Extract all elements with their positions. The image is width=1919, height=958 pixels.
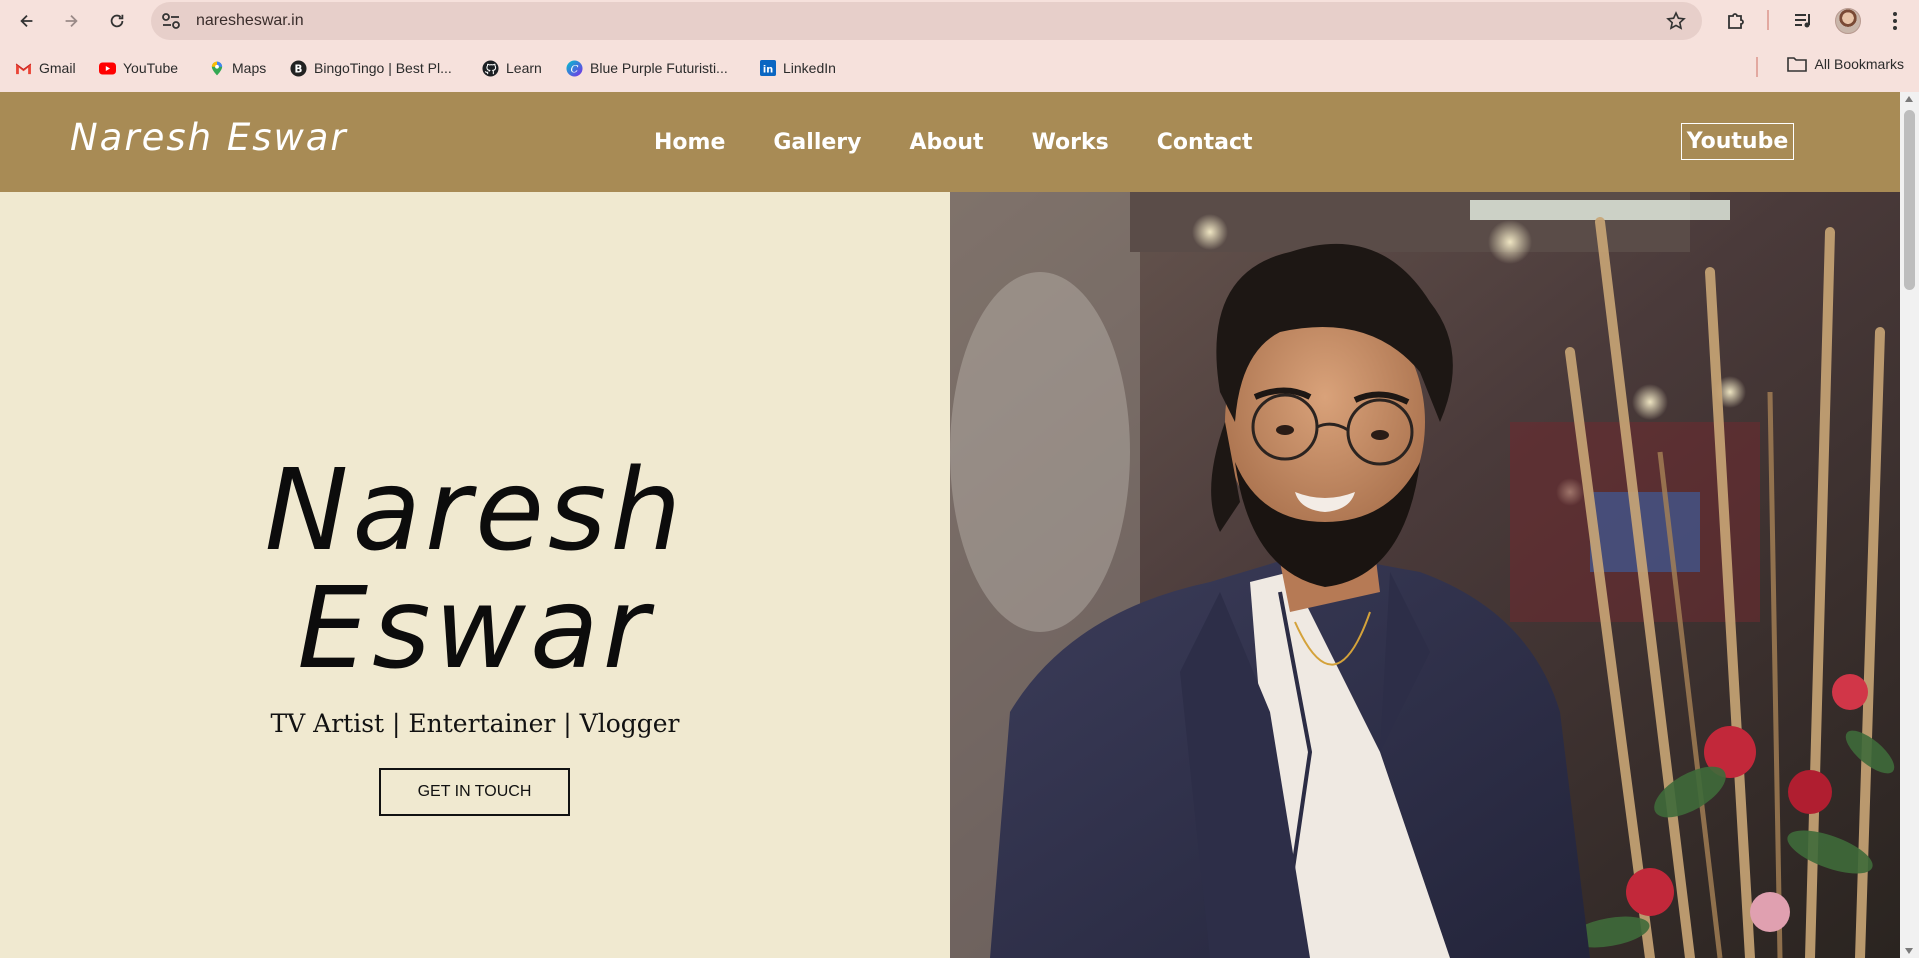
playlist-icon [1795, 14, 1810, 28]
hero-title-line1: Naresh [264, 446, 686, 576]
bookmark-gmail[interactable]: Gmail [15, 56, 76, 80]
site-logo[interactable]: Naresh Eswar [70, 116, 348, 159]
back-button[interactable] [12, 6, 42, 36]
hero-portrait-photo [950, 192, 1900, 958]
more-vert-icon [1893, 12, 1897, 30]
bookmark-bingotingo[interactable]: B BingoTingo | Best Pl... [290, 56, 452, 80]
site-info-icon[interactable] [161, 12, 181, 30]
scroll-thumb[interactable] [1904, 110, 1915, 290]
puzzle-icon [1728, 13, 1744, 29]
toolbar-divider [1767, 10, 1769, 30]
bookmark-canva[interactable]: C Blue Purple Futuristi... [566, 56, 728, 80]
reload-icon [110, 14, 124, 28]
bookmark-label: Gmail [39, 60, 76, 76]
maps-icon [208, 60, 225, 77]
extensions-button[interactable] [1723, 8, 1749, 34]
nav-works[interactable]: Works [1032, 130, 1109, 155]
bookmark-label: BingoTingo | Best Pl... [314, 60, 452, 76]
back-arrow-icon [20, 14, 33, 28]
nav-about[interactable]: About [909, 130, 983, 155]
bookmarks-bar: Gmail YouTube Maps B BingoTingo | Best P… [0, 52, 1919, 80]
url-text[interactable]: naresheswar.in [196, 12, 304, 30]
bookmark-label: Blue Purple Futuristi... [590, 60, 728, 76]
gmail-icon [15, 60, 32, 77]
canva-icon: C [566, 59, 583, 77]
youtube-button[interactable]: Youtube [1681, 123, 1794, 160]
reload-button[interactable] [102, 6, 132, 36]
address-bar[interactable]: naresheswar.in [151, 2, 1702, 40]
svg-text:B: B [295, 63, 303, 75]
linkedin-icon: in [759, 60, 776, 77]
bookmark-linkedin[interactable]: in LinkedIn [759, 56, 836, 80]
all-bookmarks-label: All Bookmarks [1814, 56, 1904, 72]
main-nav: Home Gallery About Works Contact [654, 130, 1301, 155]
folder-icon [1786, 57, 1807, 72]
bookmark-maps[interactable]: Maps [208, 56, 266, 80]
youtube-icon [99, 60, 116, 77]
all-bookmarks-button[interactable]: All Bookmarks [1786, 56, 1904, 72]
bookmark-learn[interactable]: Learn [482, 56, 542, 80]
nav-contact[interactable]: Contact [1157, 130, 1253, 155]
svg-text:in: in [762, 64, 772, 75]
media-controls-button[interactable] [1790, 8, 1816, 34]
page-scrollbar[interactable] [1900, 92, 1919, 958]
get-in-touch-button[interactable]: GET IN TOUCH [379, 768, 570, 816]
nav-gallery[interactable]: Gallery [773, 130, 861, 155]
svg-text:C: C [571, 63, 579, 75]
bingotingo-icon: B [290, 59, 307, 77]
github-icon [482, 59, 499, 77]
bookmark-youtube[interactable]: YouTube [99, 56, 178, 80]
hero-title: Naresh Eswar [0, 452, 950, 688]
scroll-down-arrow-icon[interactable] [1905, 948, 1913, 954]
hero-section: Naresh Eswar TV Artist | Entertainer | V… [0, 192, 950, 958]
forward-arrow-icon [65, 14, 78, 28]
bookmark-label: Maps [232, 60, 267, 76]
profile-avatar[interactable] [1835, 8, 1861, 34]
scroll-up-arrow-icon[interactable] [1905, 96, 1913, 102]
site-header: Naresh Eswar Home Gallery About Works Co… [0, 92, 1900, 192]
bookmark-label: YouTube [123, 60, 179, 76]
bookmarks-divider [1756, 57, 1758, 77]
bookmark-star-icon[interactable] [1666, 11, 1686, 31]
nav-home[interactable]: Home [654, 130, 725, 155]
hero-title-line2: Eswar [297, 564, 653, 694]
forward-button[interactable] [56, 6, 86, 36]
bookmark-label: Learn [506, 60, 542, 76]
browser-chrome: naresheswar.in Gmail YouTube Maps B Bing… [0, 0, 1919, 92]
hero-tagline: TV Artist | Entertainer | Vlogger [270, 709, 680, 738]
bookmark-label: LinkedIn [783, 60, 836, 76]
browser-menu-button[interactable] [1882, 8, 1908, 34]
